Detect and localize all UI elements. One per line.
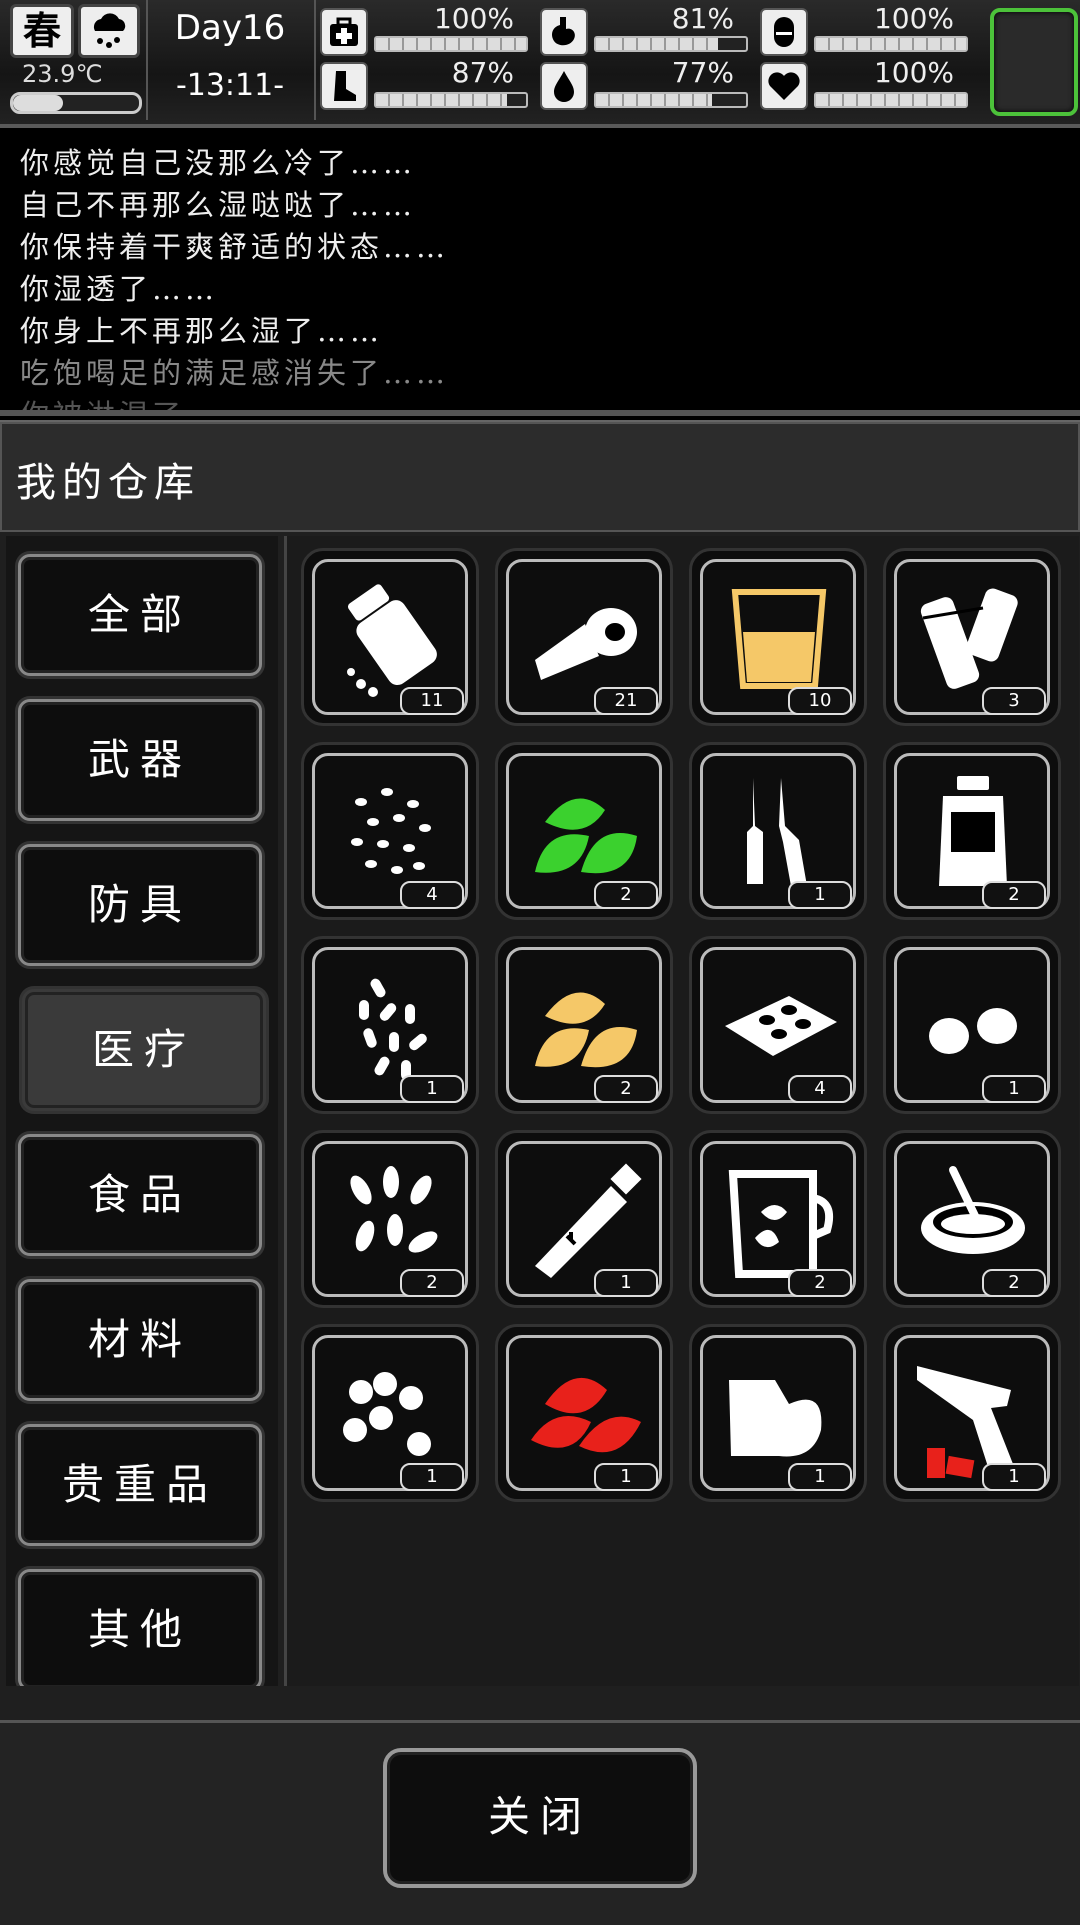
panel-title: 我的仓库 <box>16 460 200 506</box>
log-line: 你保持着干爽舒适的状态…… <box>20 230 450 264</box>
item-count: 2 <box>982 881 1046 909</box>
medkit-icon <box>320 8 368 56</box>
item-slot-capsules[interactable]: 1 <box>301 936 479 1114</box>
item-slot-yellow-herb[interactable]: 2 <box>495 936 673 1114</box>
item-slot-seeds[interactable]: 4 <box>301 742 479 920</box>
log-line: 你湿透了…… <box>20 272 219 306</box>
item-count: 10 <box>788 687 852 715</box>
game-clock: -13:11- <box>175 68 285 103</box>
temperature-bar <box>10 92 142 114</box>
thirst-value: 77% <box>671 56 734 89</box>
item-count: 1 <box>400 1463 464 1491</box>
log-line: 你感觉自己没那么冷了…… <box>20 146 417 180</box>
category-valuables[interactable]: 贵重品 <box>18 1424 262 1546</box>
category-other[interactable]: 其他 <box>18 1569 262 1686</box>
bladder-bar <box>814 36 968 52</box>
storage-panel: 我的仓库 全部 武器 防具 医疗 食品 材料 贵重品 其他 11 21 10 3 <box>0 420 1080 1925</box>
category-materials[interactable]: 材料 <box>18 1279 262 1401</box>
item-slot-herbal-tea[interactable]: 2 <box>689 1130 867 1308</box>
day-counter: Day16 <box>174 8 286 48</box>
item-count: 11 <box>400 687 464 715</box>
stomach-icon <box>540 8 588 56</box>
log-line: 你身上不再那么湿了…… <box>20 314 384 348</box>
health-bar <box>374 36 528 52</box>
item-slot-glass[interactable]: 10 <box>689 548 867 726</box>
log-line: 吃饱喝足的满足感消失了…… <box>20 356 450 390</box>
item-count: 1 <box>788 1463 852 1491</box>
item-slot-green-herb[interactable]: 2 <box>495 742 673 920</box>
stamina-value: 87% <box>451 56 514 89</box>
heart-icon <box>760 62 808 110</box>
item-slot-pill-bottle[interactable]: 11 <box>301 548 479 726</box>
item-count: 21 <box>594 687 658 715</box>
category-medical[interactable]: 医疗 <box>22 989 266 1111</box>
log-line: 自己不再那么湿哒哒了…… <box>20 188 417 222</box>
thirst-bar <box>594 92 748 108</box>
item-count: 2 <box>788 1269 852 1297</box>
season-indicator: 春 <box>10 4 74 58</box>
water-drop-icon <box>540 62 588 110</box>
category-armor[interactable]: 防具 <box>18 844 262 966</box>
item-count: 2 <box>982 1269 1046 1297</box>
item-count: 1 <box>982 1075 1046 1103</box>
close-button[interactable]: 关闭 <box>383 1748 697 1888</box>
item-count: 2 <box>594 881 658 909</box>
item-slot-flare-gun[interactable]: 1 <box>883 1324 1061 1502</box>
item-count: 2 <box>400 1269 464 1297</box>
hunger-value: 81% <box>671 2 734 35</box>
category-weapons[interactable]: 武器 <box>18 699 262 821</box>
category-all[interactable]: 全部 <box>18 554 262 676</box>
panel-header: 我的仓库 <box>0 422 1080 532</box>
equipment-slot[interactable] <box>990 8 1078 116</box>
item-count: 4 <box>788 1075 852 1103</box>
item-slot-red-herb[interactable]: 1 <box>495 1324 673 1502</box>
mood-bar <box>814 92 968 108</box>
log-line: 你被淋湿了 <box>20 398 186 416</box>
status-hud: 春 23.9℃ Day16 -13:11- 100% 81% 100% 87% … <box>0 0 1080 128</box>
temperature-readout: 23.9℃ <box>22 60 103 88</box>
weather-rain-cloud-icon <box>78 4 140 58</box>
bladder-value: 100% <box>873 2 954 35</box>
bladder-icon <box>760 8 808 56</box>
health-value: 100% <box>433 2 514 35</box>
item-count: 2 <box>594 1075 658 1103</box>
item-count: 1 <box>788 881 852 909</box>
item-count: 4 <box>400 881 464 909</box>
item-slot-petals[interactable]: 2 <box>301 1130 479 1308</box>
hunger-bar <box>594 36 748 52</box>
item-count: 1 <box>594 1463 658 1491</box>
item-slot-medicine-jar[interactable]: 2 <box>883 742 1061 920</box>
item-count: 1 <box>400 1075 464 1103</box>
category-food[interactable]: 食品 <box>18 1134 262 1256</box>
category-list[interactable]: 全部 武器 防具 医疗 食品 材料 贵重品 其他 <box>6 536 278 1686</box>
item-slot-splint[interactable]: 3 <box>883 548 1061 726</box>
item-slot-ointment[interactable]: 1 <box>495 1130 673 1308</box>
item-count: 1 <box>594 1269 658 1297</box>
item-slot-cast[interactable]: 1 <box>689 1324 867 1502</box>
message-log: 你感觉自己没那么冷了…… 自己不再那么湿哒哒了…… 你保持着干爽舒适的状态…… … <box>0 128 1080 416</box>
stamina-bar <box>374 92 528 108</box>
item-count: 3 <box>982 687 1046 715</box>
item-slot-berries[interactable]: 1 <box>301 1324 479 1502</box>
item-slot-nuts[interactable]: 1 <box>883 936 1061 1114</box>
item-slot-bandage[interactable]: 21 <box>495 548 673 726</box>
item-grid: 11 21 10 3 4 2 1 2 1 2 4 1 2 1 2 2 1 1 1… <box>284 536 1079 1686</box>
item-slot-pill-tray[interactable]: 4 <box>689 936 867 1114</box>
boot-icon <box>320 62 368 110</box>
item-slot-porridge[interactable]: 2 <box>883 1130 1061 1308</box>
item-count: 1 <box>982 1463 1046 1491</box>
mood-value: 100% <box>873 56 954 89</box>
item-slot-ampoule[interactable]: 1 <box>689 742 867 920</box>
